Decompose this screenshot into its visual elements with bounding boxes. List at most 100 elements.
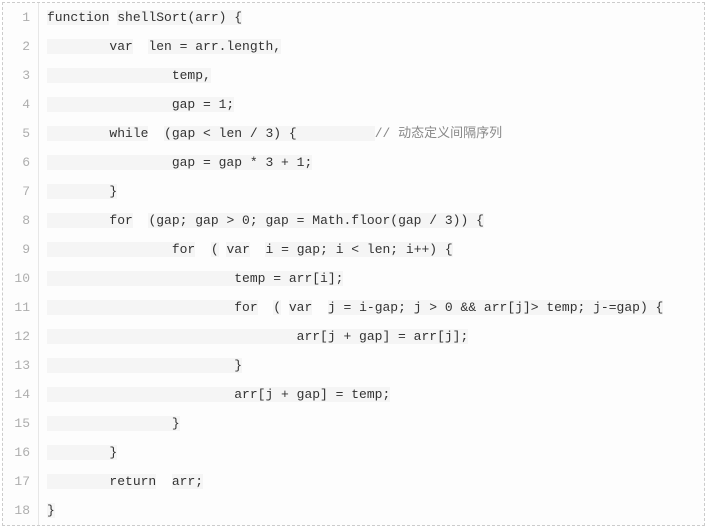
code-line: 18} bbox=[3, 496, 704, 525]
line-number: 5 bbox=[3, 119, 39, 148]
code-token: var bbox=[226, 242, 249, 257]
code-line: 11 for ( var j = i-gap; j > 0 && arr[j]>… bbox=[3, 293, 704, 322]
code-content: arr[j + gap] = temp; bbox=[39, 380, 704, 409]
code-line: 9 for ( var i = gap; i < len; i++) { bbox=[3, 235, 704, 264]
code-content: } bbox=[39, 177, 704, 206]
code-token: while bbox=[109, 126, 148, 141]
code-token: gap = 1; bbox=[172, 97, 234, 112]
code-token: (arr) { bbox=[187, 10, 242, 25]
code-content: while (gap < len / 3) { // 动态定义间隔序列 bbox=[39, 119, 704, 148]
code-token: var bbox=[289, 300, 312, 315]
line-number: 16 bbox=[3, 438, 39, 467]
line-number: 17 bbox=[3, 467, 39, 496]
code-content: temp = arr[i]; bbox=[39, 264, 704, 293]
code-token: arr[j + gap] = temp; bbox=[234, 387, 390, 402]
code-line: 8 for (gap; gap > 0; gap = Math.floor(ga… bbox=[3, 206, 704, 235]
line-number: 4 bbox=[3, 90, 39, 119]
code-token: i = gap; i < len; i++) { bbox=[265, 242, 452, 257]
code-token: ( bbox=[211, 242, 219, 257]
code-line: 13 } bbox=[3, 351, 704, 380]
code-token bbox=[195, 242, 211, 257]
code-token: for bbox=[234, 300, 257, 315]
code-content: gap = gap * 3 + 1; bbox=[39, 148, 704, 177]
code-token: for bbox=[109, 213, 132, 228]
code-token bbox=[47, 474, 109, 489]
line-number: 3 bbox=[3, 61, 39, 90]
code-content: } bbox=[39, 438, 704, 467]
code-token bbox=[133, 39, 149, 54]
line-number: 8 bbox=[3, 206, 39, 235]
code-token bbox=[133, 213, 149, 228]
code-token: } bbox=[172, 416, 180, 431]
code-token bbox=[156, 474, 172, 489]
code-token bbox=[47, 387, 234, 402]
code-token: } bbox=[47, 503, 55, 518]
code-token: temp = arr[i]; bbox=[234, 271, 343, 286]
code-token: (gap; gap > 0; gap = Math.floor(gap / 3)… bbox=[148, 213, 483, 228]
code-line: 4 gap = 1; bbox=[3, 90, 704, 119]
line-number: 12 bbox=[3, 322, 39, 351]
line-number: 14 bbox=[3, 380, 39, 409]
code-token: len = arr.length, bbox=[148, 39, 281, 54]
code-token: ( bbox=[273, 300, 281, 315]
code-token: gap = gap * 3 + 1; bbox=[172, 155, 312, 170]
code-token: } bbox=[234, 358, 242, 373]
code-token: function bbox=[47, 10, 109, 25]
code-content: } bbox=[39, 351, 704, 380]
code-token bbox=[47, 300, 234, 315]
code-token: shellSort bbox=[117, 10, 187, 25]
code-block: 1function shellSort(arr) {2 var len = ar… bbox=[2, 2, 705, 526]
line-number: 1 bbox=[3, 3, 39, 32]
code-token: return bbox=[109, 474, 156, 489]
code-token: } bbox=[109, 445, 117, 460]
code-token bbox=[47, 329, 297, 344]
code-token bbox=[47, 155, 172, 170]
code-token bbox=[47, 184, 109, 199]
line-number: 18 bbox=[3, 496, 39, 525]
code-line: 7 } bbox=[3, 177, 704, 206]
code-content: temp, bbox=[39, 61, 704, 90]
code-token bbox=[47, 271, 234, 286]
code-content: } bbox=[39, 409, 704, 438]
line-number: 7 bbox=[3, 177, 39, 206]
code-content: return arr; bbox=[39, 467, 704, 496]
line-number: 10 bbox=[3, 264, 39, 293]
code-line: 16 } bbox=[3, 438, 704, 467]
code-content: for (gap; gap > 0; gap = Math.floor(gap … bbox=[39, 206, 704, 235]
code-token: for bbox=[172, 242, 195, 257]
code-token: arr; bbox=[172, 474, 203, 489]
code-token: (gap < len / 3) { bbox=[164, 126, 375, 141]
code-content: gap = 1; bbox=[39, 90, 704, 119]
code-token: var bbox=[109, 39, 132, 54]
code-line: 12 arr[j + gap] = arr[j]; bbox=[3, 322, 704, 351]
line-number: 15 bbox=[3, 409, 39, 438]
code-token bbox=[47, 126, 109, 141]
code-content: for ( var i = gap; i < len; i++) { bbox=[39, 235, 704, 264]
code-line: 15 } bbox=[3, 409, 704, 438]
code-content: } bbox=[39, 496, 704, 525]
line-number: 13 bbox=[3, 351, 39, 380]
code-line: 3 temp, bbox=[3, 61, 704, 90]
code-token bbox=[47, 416, 172, 431]
code-line: 10 temp = arr[i]; bbox=[3, 264, 704, 293]
code-token bbox=[312, 300, 328, 315]
code-line: 6 gap = gap * 3 + 1; bbox=[3, 148, 704, 177]
code-token: j = i-gap; j > 0 && arr[j]> temp; j-=gap… bbox=[328, 300, 663, 315]
code-content: function shellSort(arr) { bbox=[39, 3, 704, 32]
code-line: 1function shellSort(arr) { bbox=[3, 3, 704, 32]
code-token bbox=[47, 39, 109, 54]
code-token: temp, bbox=[172, 68, 211, 83]
code-token bbox=[47, 445, 109, 460]
code-line: 2 var len = arr.length, bbox=[3, 32, 704, 61]
line-number: 6 bbox=[3, 148, 39, 177]
code-token bbox=[47, 358, 234, 373]
code-token bbox=[281, 300, 289, 315]
code-line: 17 return arr; bbox=[3, 467, 704, 496]
code-token bbox=[250, 242, 266, 257]
code-token bbox=[47, 68, 172, 83]
code-content: for ( var j = i-gap; j > 0 && arr[j]> te… bbox=[39, 293, 704, 322]
line-number: 9 bbox=[3, 235, 39, 264]
code-token: } bbox=[109, 184, 117, 199]
code-line: 5 while (gap < len / 3) { // 动态定义间隔序列 bbox=[3, 119, 704, 148]
code-token bbox=[47, 242, 172, 257]
